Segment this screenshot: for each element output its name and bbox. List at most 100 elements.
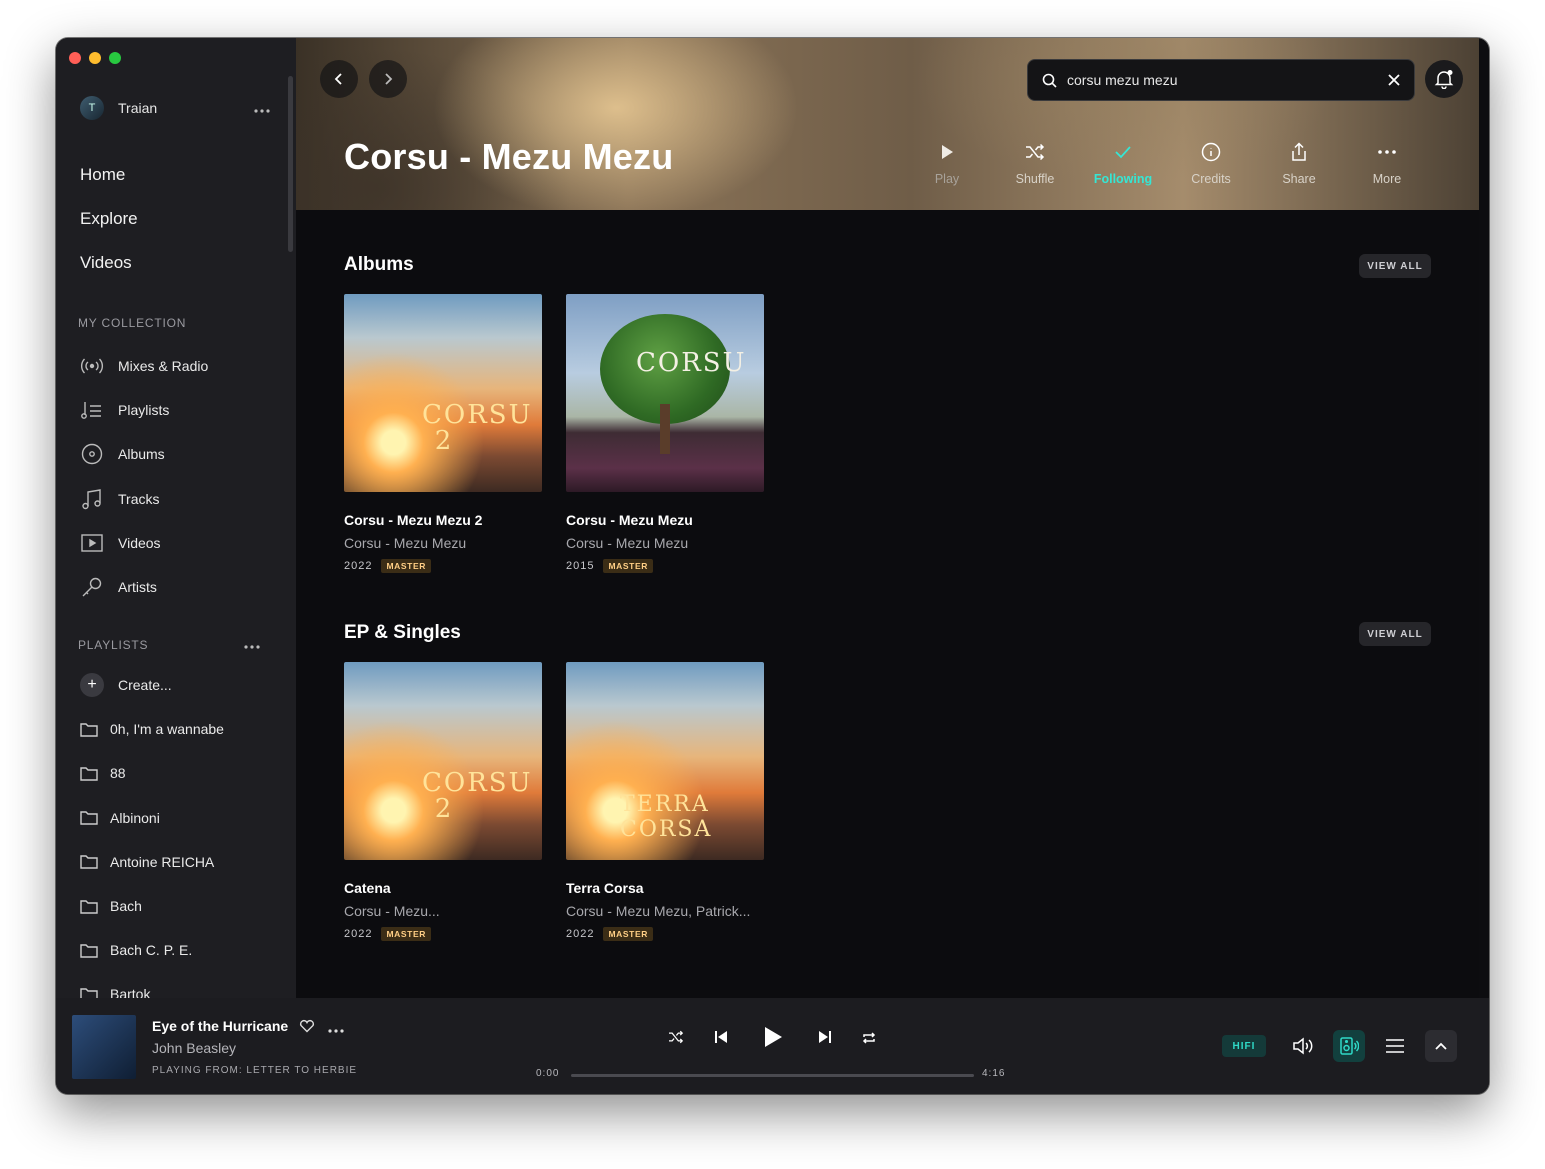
repeat-button[interactable]: [861, 1031, 877, 1045]
search-input[interactable]: corsu mezu mezu: [1067, 72, 1388, 88]
sidebar-item-videos[interactable]: Videos: [80, 521, 208, 565]
album-card[interactable]: CORSU 2 Corsu - Mezu Mezu 2 Corsu - Mezu…: [344, 294, 542, 573]
album-artist[interactable]: Corsu - Mezu...: [344, 903, 542, 919]
player-bar: Eye of the Hurricane John Beasley PLAYIN…: [56, 998, 1489, 1094]
window-controls: [69, 52, 121, 64]
shuffle-button[interactable]: Shuffle: [991, 140, 1079, 186]
clear-search-icon[interactable]: [1388, 74, 1400, 86]
queue-button[interactable]: [1380, 1031, 1410, 1061]
album-card[interactable]: CORSU Corsu - Mezu Mezu Corsu - Mezu Mez…: [566, 294, 764, 573]
album-artist[interactable]: Corsu - Mezu Mezu: [344, 535, 542, 551]
music-note-icon: [80, 487, 104, 511]
album-card[interactable]: TERRA CORSA Terra Corsa Corsu - Mezu Mez…: [566, 662, 764, 941]
album-year: 2022: [344, 928, 373, 940]
folder-icon: [80, 985, 98, 998]
now-playing-artist[interactable]: John Beasley: [152, 1040, 236, 1056]
quality-badge[interactable]: HIFI: [1222, 1035, 1266, 1057]
nav-explore[interactable]: Explore: [80, 206, 138, 250]
more-icon: [254, 109, 270, 113]
album-cover: CORSU 2: [344, 294, 542, 492]
sidebar-item-mixes-radio[interactable]: Mixes & Radio: [80, 344, 208, 388]
sidebar-item-albums[interactable]: Albums: [80, 432, 208, 476]
output-device-button[interactable]: [1333, 1030, 1365, 1062]
search-icon: [1042, 73, 1057, 88]
sidebar-item-tracks[interactable]: Tracks: [80, 477, 208, 521]
album-card[interactable]: CORSU 2 Catena Corsu - Mezu... 2022 MAST…: [344, 662, 542, 941]
album-meta: 2022 MASTER: [344, 927, 542, 941]
nav-videos[interactable]: Videos: [80, 250, 138, 294]
video-icon: [80, 531, 104, 555]
more-button[interactable]: More: [1343, 140, 1431, 186]
now-playing-cover[interactable]: [72, 1015, 136, 1079]
album-title[interactable]: Terra Corsa: [566, 880, 764, 896]
cover-title: TERRA CORSA: [620, 792, 713, 842]
user-profile[interactable]: T Traian: [80, 96, 157, 120]
total-time: 4:16: [982, 1068, 1006, 1079]
chevron-up-icon: [1435, 1042, 1447, 1050]
quality-badge: MASTER: [381, 559, 431, 573]
play-button[interactable]: Play: [903, 140, 991, 186]
next-button[interactable]: [818, 1030, 832, 1044]
notifications-button[interactable]: [1425, 60, 1463, 98]
album-title[interactable]: Corsu - Mezu Mezu: [566, 512, 764, 528]
current-time: 0:00: [536, 1068, 560, 1079]
radio-icon: [80, 354, 104, 378]
playing-from[interactable]: PLAYING FROM: LETTER TO HERBIE: [152, 1065, 357, 1076]
search-bar[interactable]: corsu mezu mezu: [1027, 59, 1415, 101]
playlist-folder[interactable]: Albinoni: [80, 796, 224, 840]
volume-button[interactable]: [1288, 1031, 1318, 1061]
folder-icon: [80, 764, 98, 782]
quality-badge: MASTER: [381, 927, 431, 941]
playlists-menu-button[interactable]: [244, 636, 260, 654]
sidebar-item-playlists[interactable]: Playlists: [80, 388, 208, 432]
avatar: T: [80, 96, 104, 120]
playlist-folder[interactable]: 0h, I'm a wannabe: [80, 707, 224, 751]
previous-button[interactable]: [714, 1030, 728, 1044]
shuffle-button[interactable]: [668, 1030, 684, 1044]
sidebar-item-label: Videos: [118, 534, 161, 551]
album-icon: [80, 442, 104, 466]
cover-title: CORSU 2: [422, 768, 533, 824]
album-year: 2015: [566, 560, 595, 572]
folder-icon: [80, 853, 98, 871]
singles-title: EP & Singles: [344, 622, 461, 643]
user-menu-button[interactable]: [254, 100, 270, 118]
playlist-folder[interactable]: 88: [80, 751, 224, 795]
favorite-button[interactable]: [299, 1018, 315, 1038]
album-title[interactable]: Catena: [344, 880, 542, 896]
album-title[interactable]: Corsu - Mezu Mezu 2: [344, 512, 542, 528]
playlist-folder[interactable]: Bach: [80, 884, 224, 928]
more-icon: [1378, 140, 1396, 164]
album-cover: CORSU 2: [344, 662, 542, 860]
nav-home[interactable]: Home: [80, 162, 138, 206]
forward-button[interactable]: [369, 60, 407, 98]
quality-badge: MASTER: [603, 927, 653, 941]
back-button[interactable]: [320, 60, 358, 98]
info-icon: [1201, 140, 1221, 164]
album-artist[interactable]: Corsu - Mezu Mezu: [566, 535, 764, 551]
follow-button[interactable]: Following: [1079, 140, 1167, 186]
chevron-right-icon: [385, 73, 393, 85]
playlist-folder[interactable]: Bach C. P. E.: [80, 928, 224, 972]
minimize-window-button[interactable]: [89, 52, 101, 64]
close-window-button[interactable]: [69, 52, 81, 64]
albums-view-all-button[interactable]: VIEW ALL: [1359, 254, 1431, 278]
play-pause-button[interactable]: [763, 1026, 783, 1048]
share-button[interactable]: Share: [1255, 140, 1343, 186]
app-window: T Traian Home Explore Videos MY COLLECTI…: [56, 38, 1489, 1094]
sidebar-scrollbar[interactable]: [288, 76, 293, 252]
main-content: Albums VIEW ALL CORSU 2 Corsu - Mezu Mez…: [296, 210, 1479, 998]
now-playing-title[interactable]: Eye of the Hurricane: [152, 1018, 288, 1034]
singles-view-all-button[interactable]: VIEW ALL: [1359, 622, 1431, 646]
playlist-folder[interactable]: Bartok: [80, 972, 224, 998]
album-artist[interactable]: Corsu - Mezu Mezu, Patrick...: [566, 903, 764, 919]
progress-bar[interactable]: [571, 1074, 974, 1077]
expand-player-button[interactable]: [1425, 1030, 1457, 1062]
zoom-window-button[interactable]: [109, 52, 121, 64]
playlist-folder[interactable]: Antoine REICHA: [80, 840, 224, 884]
credits-button[interactable]: Credits: [1167, 140, 1255, 186]
sidebar-item-artists[interactable]: Artists: [80, 565, 208, 609]
playlists-label: PLAYLISTS: [78, 638, 149, 652]
create-playlist-button[interactable]: + Create...: [80, 663, 224, 707]
track-menu-button[interactable]: [328, 1020, 344, 1038]
